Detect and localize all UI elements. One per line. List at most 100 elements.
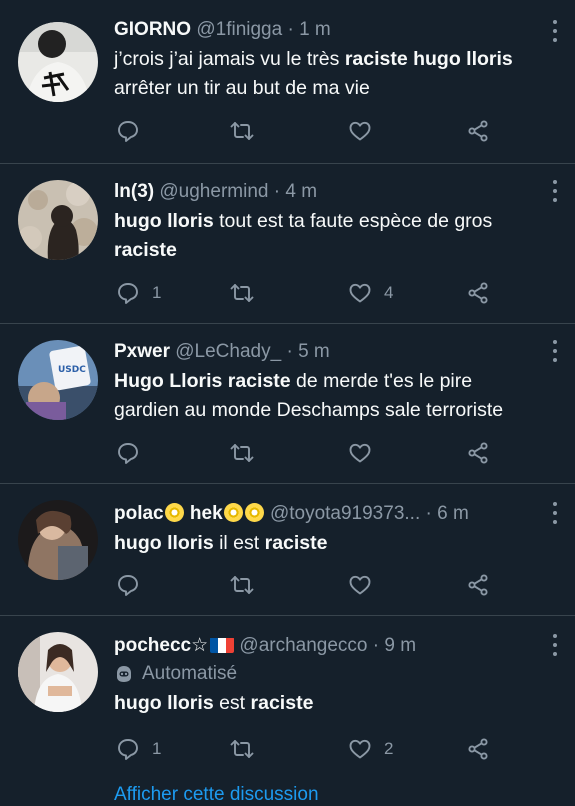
display-name[interactable]: polac hek — [114, 503, 265, 524]
text-segment: j’crois j’ai jamais vu le très — [114, 48, 345, 70]
tweet-actions — [114, 440, 544, 466]
reply-icon — [118, 739, 138, 760]
handle[interactable]: @LeChady_ — [175, 341, 281, 362]
like-button[interactable]: 2 — [348, 736, 393, 762]
tweet-text: hugo lloris il est raciste — [114, 529, 537, 558]
dot-separator: · — [425, 503, 432, 524]
timestamp[interactable]: 1 m — [299, 19, 331, 40]
reply-icon — [118, 121, 138, 142]
dot-separator: · — [286, 341, 293, 362]
text-segment: arrêter un tir au but de ma vie — [114, 77, 370, 99]
share-button[interactable] — [466, 572, 490, 598]
dvd-emoji-icon — [244, 503, 264, 522]
retweet-icon — [230, 740, 254, 758]
like-button[interactable]: 4 — [348, 280, 393, 306]
share-button[interactable] — [466, 118, 490, 144]
retweet-icon — [230, 444, 254, 462]
more-icon[interactable] — [551, 20, 559, 42]
text-segment: tout est ta faute espèce de gros — [213, 210, 493, 232]
reply-count: 1 — [152, 283, 162, 302]
handle[interactable]: @toyota919373... — [270, 503, 420, 524]
timestamp[interactable]: 5 m — [298, 341, 330, 362]
tweet-header: polac hek @toyota919373... · 6 m — [114, 502, 537, 526]
more-icon[interactable] — [551, 502, 559, 524]
like-icon — [349, 283, 371, 303]
handle[interactable]: @ughermind — [159, 181, 268, 202]
tweet-text: Hugo Lloris raciste de merde t'es le pir… — [114, 367, 537, 425]
retweet-button[interactable] — [230, 280, 254, 306]
tweet-actions: 1 2 — [114, 736, 544, 762]
tweet[interactable]: pochecc☆ @archangecco · 9 m Automatisé h… — [0, 616, 575, 795]
share-icon — [468, 442, 488, 464]
tweet[interactable]: GIORNO @1finigga · 1 m j’crois j’ai jama… — [0, 0, 575, 164]
dot-separator: · — [372, 635, 380, 656]
like-icon — [349, 443, 371, 463]
retweet-button[interactable] — [230, 736, 254, 762]
share-icon — [468, 574, 488, 596]
tweet-text: j’crois j’ai jamais vu le très raciste h… — [114, 45, 537, 103]
avatar[interactable] — [18, 500, 98, 580]
share-button[interactable] — [466, 736, 490, 762]
tweet-text: hugo lloris tout est ta faute espèce de … — [114, 207, 537, 265]
avatar[interactable] — [18, 632, 98, 712]
tweet[interactable]: polac hek @toyota919373... · 6 m hugo ll… — [0, 484, 575, 616]
tweet-header: GIORNO @1finigga · 1 m — [114, 18, 537, 42]
more-icon[interactable] — [551, 180, 559, 202]
timestamp[interactable]: 9 m — [384, 635, 416, 656]
tweet-header: Pxwer @LeChady_ · 5 m — [114, 340, 537, 364]
display-name[interactable]: ln(3) — [114, 181, 154, 202]
dot-separator: · — [273, 181, 281, 202]
tweet[interactable]: USDC Pxwer @LeChady_ · 5 m Hugo Lloris r… — [0, 324, 575, 484]
retweet-icon — [230, 576, 254, 594]
highlighted-keyword: hugo lloris — [114, 210, 214, 232]
bot-icon — [117, 666, 131, 682]
tweet-header: pochecc☆ @archangecco · 9 m — [114, 634, 537, 658]
dot-separator: · — [287, 19, 294, 40]
more-icon[interactable] — [551, 340, 559, 362]
tweet-header: ln(3) @ughermind · 4 m — [114, 180, 537, 204]
reply-button[interactable]: 1 — [116, 736, 161, 762]
avatar[interactable] — [18, 180, 98, 260]
svg-text:USDC: USDC — [58, 365, 86, 375]
retweet-icon — [230, 284, 254, 302]
avatar[interactable]: USDC — [18, 340, 98, 420]
reply-button[interactable] — [116, 118, 152, 144]
like-icon — [349, 121, 371, 141]
timestamp[interactable]: 4 m — [285, 181, 317, 202]
reply-button[interactable]: 1 — [116, 280, 161, 306]
retweet-icon — [230, 122, 254, 140]
like-button[interactable] — [348, 118, 384, 144]
share-button[interactable] — [466, 280, 490, 306]
reply-icon — [118, 443, 138, 464]
share-icon — [468, 120, 488, 142]
retweet-button[interactable] — [230, 118, 254, 144]
highlighted-keyword: hugo lloris — [114, 692, 214, 714]
avatar[interactable] — [18, 22, 98, 102]
reply-icon — [118, 575, 138, 596]
tweet-text: hugo lloris est raciste — [114, 689, 537, 718]
display-name[interactable]: pochecc☆ — [114, 635, 235, 656]
tweet[interactable]: ln(3) @ughermind · 4 m hugo lloris tout … — [0, 164, 575, 324]
france-flag-icon — [210, 637, 235, 653]
dvd-emoji-icon — [223, 503, 243, 522]
reply-button[interactable] — [116, 572, 152, 598]
like-count: 4 — [384, 283, 394, 302]
display-name[interactable]: GIORNO — [114, 19, 191, 40]
display-name[interactable]: Pxwer — [114, 341, 170, 362]
handle[interactable]: @archangecco — [239, 635, 367, 656]
tweet-actions: 1 4 — [114, 280, 544, 306]
retweet-button[interactable] — [230, 572, 254, 598]
handle[interactable]: @1finigga — [196, 19, 282, 40]
like-button[interactable] — [348, 440, 384, 466]
reply-button[interactable] — [116, 440, 152, 466]
retweet-button[interactable] — [230, 440, 254, 466]
more-icon[interactable] — [551, 634, 559, 656]
reply-count: 1 — [152, 739, 162, 758]
show-thread-link[interactable]: Afficher cette discussion — [114, 784, 319, 806]
like-count: 2 — [384, 739, 394, 758]
like-button[interactable] — [348, 572, 384, 598]
automated-label[interactable]: Automatisé — [114, 662, 537, 686]
timestamp[interactable]: 6 m — [437, 503, 469, 524]
share-button[interactable] — [466, 440, 490, 466]
highlighted-keyword: Hugo Lloris raciste — [114, 370, 291, 392]
